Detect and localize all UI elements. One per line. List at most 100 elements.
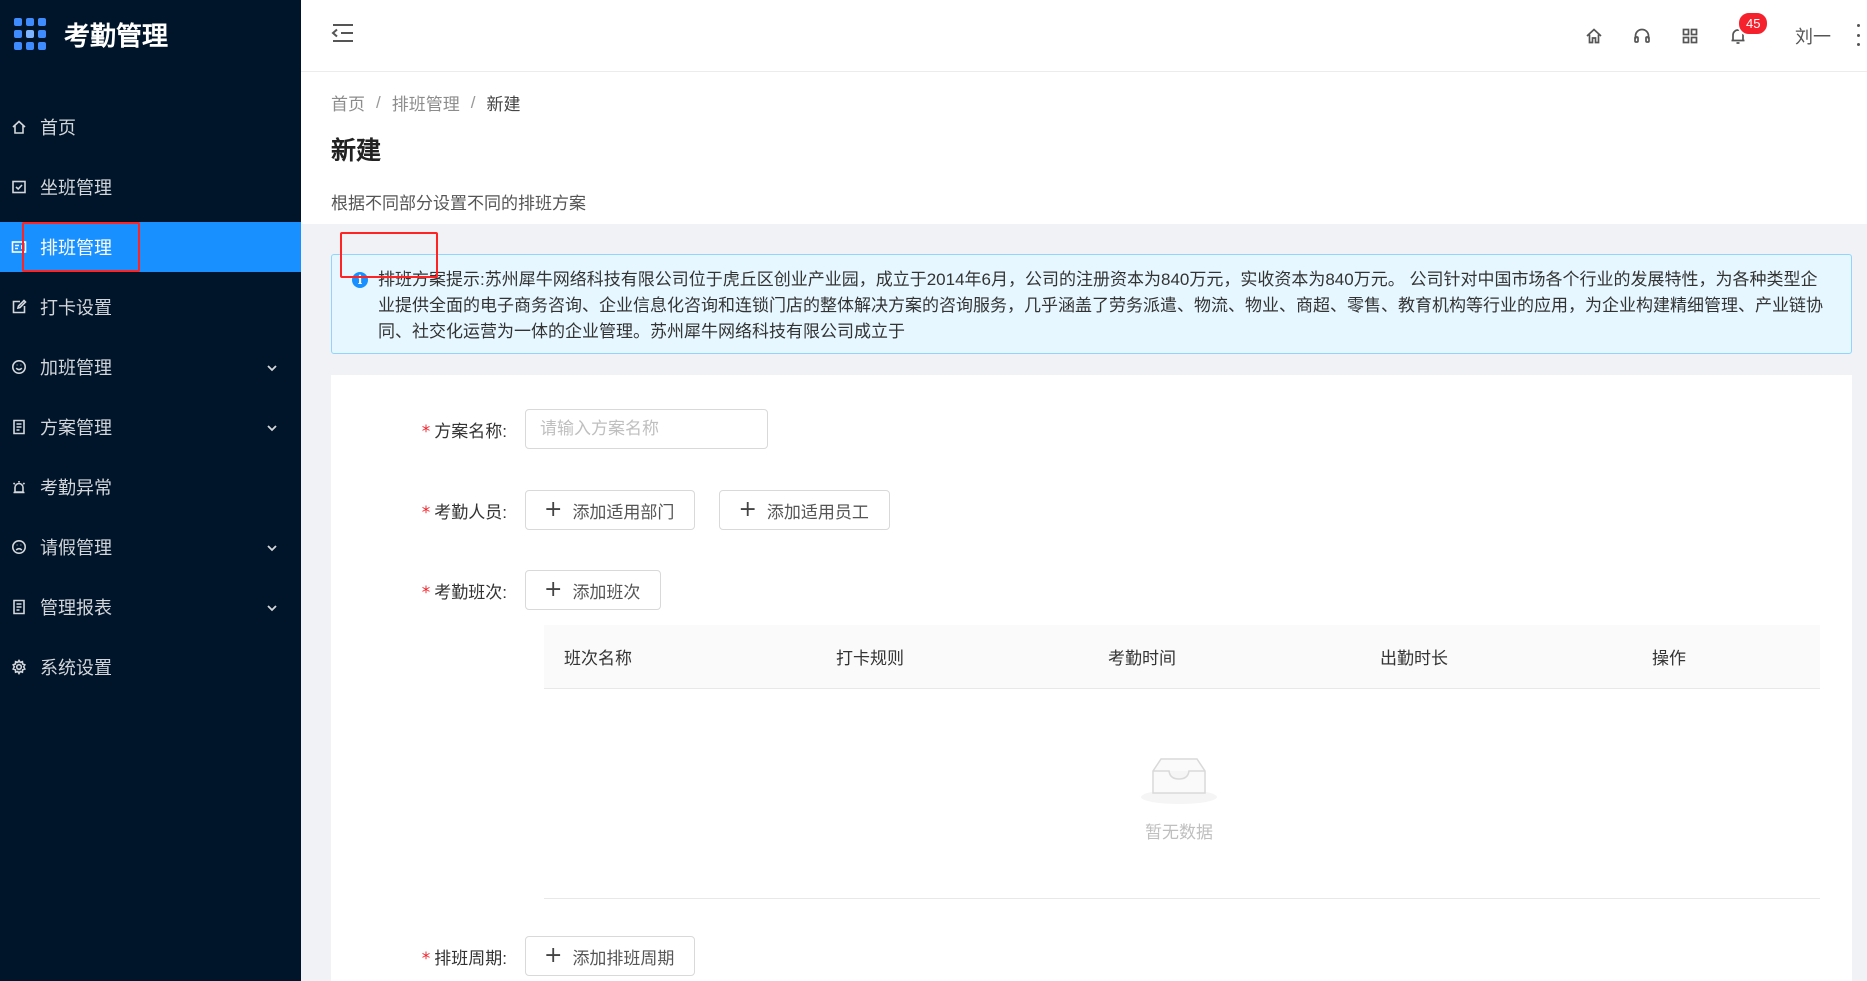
breadcrumb-separator: / xyxy=(470,92,476,112)
form-row-plan-name: * 方案名称: xyxy=(331,409,768,449)
breadcrumb-home[interactable]: 首页 xyxy=(331,90,365,115)
sidebar-menu: 首页 坐班管理 排班管理 打卡设置 加班管理 方案管理 考勤异常 请假管理 管理… xyxy=(0,102,301,692)
column-header: 考勤时间 xyxy=(1108,649,1176,668)
sidebar-item-home[interactable]: 首页 xyxy=(0,102,301,152)
logo: 考勤管理 xyxy=(0,0,301,68)
empty-state: 暂无数据 xyxy=(1134,749,1224,843)
form-row-shift: * 考勤班次: + 添加班次 xyxy=(331,570,685,610)
chevron-down-icon xyxy=(265,539,279,553)
button-label: 添加班次 xyxy=(572,582,641,602)
sidebar: 考勤管理 首页 坐班管理 排班管理 打卡设置 加班管理 方案管理 考勤异常 请假… xyxy=(0,0,301,981)
sidebar-item-plan[interactable]: 方案管理 xyxy=(0,402,301,452)
edit-icon xyxy=(10,298,28,316)
required-mark: * xyxy=(421,502,431,523)
chevron-down-icon xyxy=(265,419,279,433)
add-cycle-button[interactable]: + 添加排班周期 xyxy=(525,936,696,976)
sidebar-item-label: 考勤异常 xyxy=(40,478,112,498)
plus-icon: + xyxy=(738,497,757,522)
annotation-box xyxy=(22,222,140,272)
sidebar-item-abnormal[interactable]: 考勤异常 xyxy=(0,462,301,512)
required-mark: * xyxy=(421,582,431,603)
gear-icon xyxy=(10,658,28,676)
column-header: 出勤时长 xyxy=(1380,649,1448,668)
cycle-label: * 排班周期: xyxy=(331,944,525,969)
apps-icon[interactable] xyxy=(1679,25,1701,47)
frown-icon xyxy=(10,538,28,556)
plus-icon: + xyxy=(544,497,563,522)
label-text: 考勤班次: xyxy=(434,582,507,602)
app-title: 考勤管理 xyxy=(64,20,169,51)
alert-text: 排班方案提示:苏州犀牛网络科技有限公司位于虎丘区创业产业园，成立于2014年6月… xyxy=(378,270,1823,341)
plan-name-label: * 方案名称: xyxy=(331,417,525,442)
bell-icon[interactable]: 45 xyxy=(1727,11,1770,47)
sidebar-item-leave[interactable]: 请假管理 xyxy=(0,522,301,572)
sidebar-item-label: 管理报表 xyxy=(40,598,112,618)
shift-table: 班次名称 打卡规则 考勤时间 出勤时长 操作 暂无数据 xyxy=(544,625,1820,899)
breadcrumb-separator: / xyxy=(376,92,381,112)
sidebar-item-label: 首页 xyxy=(40,118,76,138)
sidebar-item-label: 加班管理 xyxy=(40,358,112,378)
required-mark: * xyxy=(421,948,431,969)
annotation-box xyxy=(340,232,438,278)
page-title: 新建 xyxy=(331,137,382,165)
empty-text: 暂无数据 xyxy=(1145,823,1213,842)
sidebar-item-label: 请假管理 xyxy=(40,538,112,558)
add-department-button[interactable]: + 添加适用部门 xyxy=(525,490,696,530)
column-header: 操作 xyxy=(1652,649,1686,668)
sidebar-item-label: 坐班管理 xyxy=(40,178,112,198)
plan-name-input[interactable] xyxy=(525,409,768,449)
alarm-icon xyxy=(10,478,28,496)
label-text: 考勤人员: xyxy=(434,502,507,522)
smile-icon xyxy=(10,358,28,376)
label-text: 排班周期: xyxy=(434,948,507,968)
page-header: 首页 / 排班管理 / 新建 新建 根据不同部分设置不同的排班方案 xyxy=(301,72,1867,224)
button-label: 添加适用员工 xyxy=(766,502,869,522)
file-icon xyxy=(10,418,28,436)
more-vertical-icon[interactable] xyxy=(1857,24,1861,46)
empty-box-icon xyxy=(1141,758,1217,804)
menu-fold-icon[interactable] xyxy=(331,22,355,44)
notification-badge: 45 xyxy=(1737,11,1770,36)
staff-label: * 考勤人员: xyxy=(331,498,525,523)
page-description: 根据不同部分设置不同的排班方案 xyxy=(331,194,586,213)
header-actions: 45 刘一 xyxy=(1583,0,1867,72)
form-card: *方案名称: *考勤人员: +添加适用部门 +添加适用员工 *考勤班次: +添加… xyxy=(331,375,1852,981)
column-header: 班次名称 xyxy=(564,649,632,668)
add-shift-button[interactable]: + 添加班次 xyxy=(525,570,662,610)
table-body: 暂无数据 xyxy=(544,689,1820,899)
sidebar-item-label: 打卡设置 xyxy=(40,298,112,318)
button-label: 添加排班周期 xyxy=(572,948,675,968)
label-text: 方案名称: xyxy=(434,421,507,441)
file-icon xyxy=(10,598,28,616)
home-icon[interactable] xyxy=(1583,25,1605,47)
top-header: 45 刘一 xyxy=(301,0,1867,72)
sidebar-item-label: 方案管理 xyxy=(40,418,112,438)
sidebar-item-label: 系统设置 xyxy=(40,658,112,678)
info-alert: i 排班方案提示:苏州犀牛网络科技有限公司位于虎丘区创业产业园，成立于2014年… xyxy=(331,254,1852,354)
table-header: 班次名称 打卡规则 考勤时间 出勤时长 操作 xyxy=(544,625,1820,689)
breadcrumb: 首页 / 排班管理 / 新建 xyxy=(331,90,1867,115)
sidebar-item-attendance[interactable]: 坐班管理 xyxy=(0,162,301,212)
user-name[interactable]: 刘一 xyxy=(1795,23,1831,49)
required-mark: * xyxy=(421,421,431,442)
button-label: 添加适用部门 xyxy=(572,502,675,522)
sidebar-item-settings[interactable]: 系统设置 xyxy=(0,642,301,692)
sidebar-item-clock-in[interactable]: 打卡设置 xyxy=(0,282,301,332)
form-row-staff: * 考勤人员: + 添加适用部门 + 添加适用员工 xyxy=(331,490,914,530)
plus-icon: + xyxy=(544,577,563,602)
plus-icon: + xyxy=(544,943,563,968)
sidebar-item-reports[interactable]: 管理报表 xyxy=(0,582,301,632)
headset-icon[interactable] xyxy=(1631,25,1653,47)
breadcrumb-parent[interactable]: 排班管理 xyxy=(392,90,460,115)
form-row-cycle: * 排班周期: + 添加排班周期 xyxy=(331,936,719,976)
apps-grid-icon[interactable] xyxy=(14,18,46,50)
check-square-icon xyxy=(10,178,28,196)
add-employee-button[interactable]: + 添加适用员工 xyxy=(719,490,890,530)
column-header: 打卡规则 xyxy=(836,649,904,668)
breadcrumb-current: 新建 xyxy=(486,95,521,114)
chevron-down-icon xyxy=(265,359,279,373)
home-icon xyxy=(10,118,28,136)
sidebar-item-overtime[interactable]: 加班管理 xyxy=(0,342,301,392)
shift-label: * 考勤班次: xyxy=(331,578,525,603)
chevron-down-icon xyxy=(265,599,279,613)
